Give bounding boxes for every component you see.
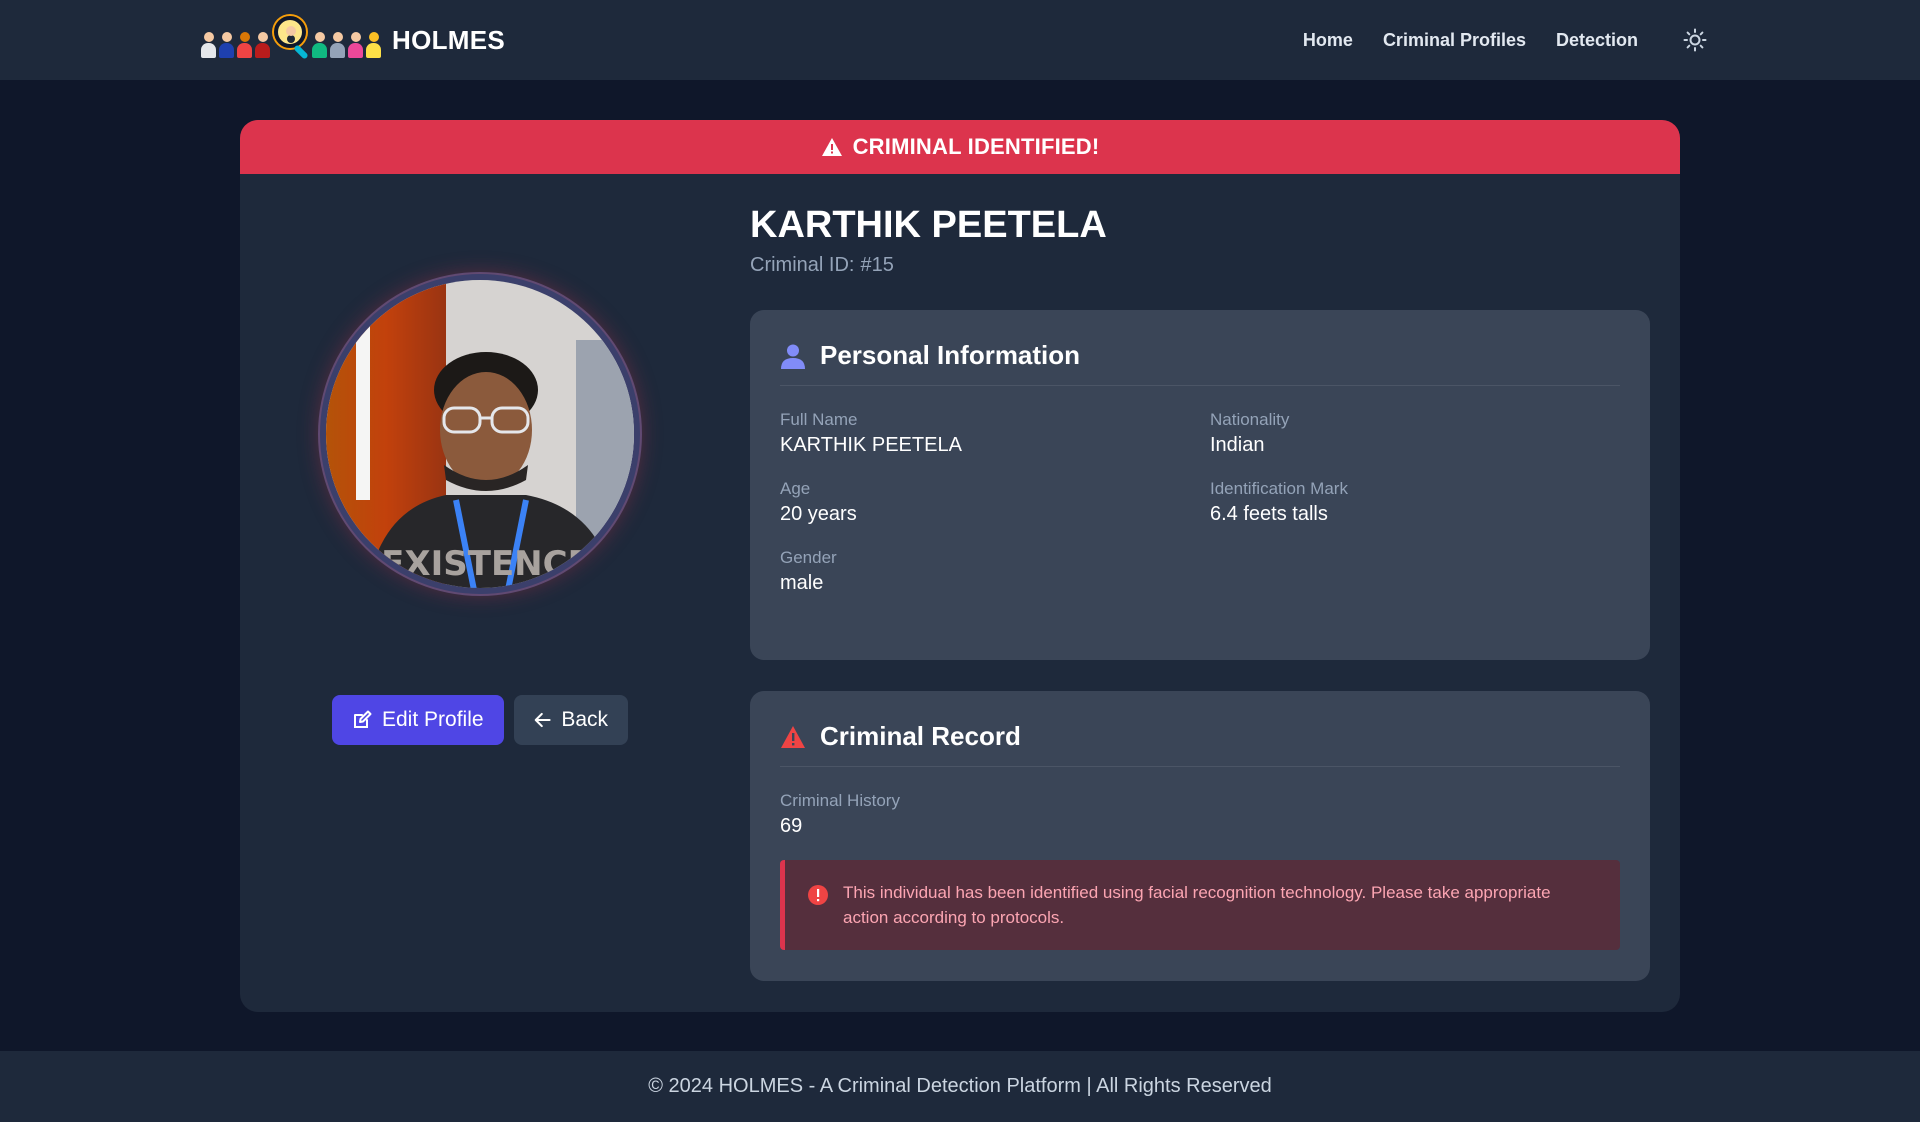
field-label: Identification Mark: [1210, 479, 1348, 498]
personal-information-title: Personal Information: [820, 340, 1081, 370]
profile-name: KARTHIK PEETELA: [750, 204, 1107, 246]
edit-profile-label: Edit Profile: [382, 708, 484, 731]
nav-link-detection[interactable]: Detection: [1556, 30, 1638, 51]
footer: © 2024 HOLMES - A Criminal Detection Pla…: [0, 1051, 1920, 1122]
criminal-id: Criminal ID: #15: [750, 254, 894, 277]
field-label: Nationality: [1210, 410, 1290, 429]
field-full-name: Full Name KARTHIK PEETELA: [780, 410, 1210, 457]
profile-card: CRIMINAL IDENTIFIED! EXISTENCE Edit Prof…: [240, 120, 1680, 1012]
nav-links: Home Criminal Profiles Detection: [1303, 0, 1638, 80]
edit-icon: [354, 710, 372, 728]
field-label: Age: [780, 479, 811, 498]
personal-information-fields: Full Name KARTHIK PEETELA Nationality In…: [780, 410, 1620, 595]
back-button[interactable]: Back: [514, 695, 628, 745]
criminal-record-header: Criminal Record: [780, 721, 1620, 767]
personal-information-header: Personal Information: [780, 340, 1620, 386]
warning-icon: [821, 138, 842, 156]
navbar: HOLMES Home Criminal Profiles Detection: [0, 0, 1920, 80]
arrow-left-icon: [534, 712, 551, 728]
field-criminal-history: Criminal History 69: [780, 791, 1620, 838]
field-label: Full Name: [780, 410, 858, 429]
field-value: 6.4 feets talls: [1210, 503, 1328, 525]
person-photo-icon: EXISTENCE: [326, 280, 634, 588]
user-icon: [781, 344, 805, 369]
field-gender: Gender male: [780, 548, 1210, 595]
nav-link-criminal-profiles[interactable]: Criminal Profiles: [1383, 30, 1526, 51]
profile-actions: Edit Profile Back: [332, 695, 628, 745]
notice-text: This individual has been identified usin…: [843, 883, 1551, 927]
banner-text: CRIMINAL IDENTIFIED!: [852, 134, 1100, 159]
brand-name: HOLMES: [392, 24, 506, 55]
exclamation-circle-icon: [808, 885, 828, 905]
facial-recognition-notice: This individual has been identified usin…: [780, 860, 1620, 950]
field-value: 20 years: [780, 503, 857, 525]
field-nationality: Nationality Indian: [1210, 410, 1610, 457]
svg-text:EXISTENCE: EXISTENCE: [381, 544, 591, 584]
field-value: Indian: [1210, 434, 1265, 456]
holmes-logo-icon: [200, 16, 382, 60]
profile-photo: EXISTENCE: [320, 274, 640, 594]
brand-logo-link[interactable]: HOLMES: [200, 16, 505, 64]
sun-icon: [1683, 28, 1707, 52]
nav-link-home[interactable]: Home: [1303, 30, 1353, 51]
back-label: Back: [561, 708, 608, 731]
field-label: Gender: [780, 548, 837, 567]
criminal-record-panel: Criminal Record Criminal History 69 This…: [750, 691, 1650, 981]
edit-profile-button[interactable]: Edit Profile: [332, 695, 504, 745]
theme-toggle-button[interactable]: [1683, 28, 1707, 52]
warning-icon: [781, 725, 805, 748]
footer-text: © 2024 HOLMES - A Criminal Detection Pla…: [648, 1075, 1272, 1097]
field-label: Criminal History: [780, 791, 900, 810]
field-identification-mark: Identification Mark 6.4 feets talls: [1210, 479, 1610, 526]
criminal-identified-banner: CRIMINAL IDENTIFIED!: [240, 120, 1680, 174]
criminal-record-title: Criminal Record: [820, 721, 1021, 751]
field-value: male: [780, 572, 824, 594]
personal-information-panel: Personal Information Full Name KARTHIK P…: [750, 310, 1650, 660]
field-value: KARTHIK PEETELA: [780, 434, 962, 456]
field-value: 69: [780, 815, 803, 837]
criminal-id-value: #15: [860, 254, 894, 276]
criminal-id-label: Criminal ID:: [750, 254, 855, 276]
field-age: Age 20 years: [780, 479, 1210, 526]
